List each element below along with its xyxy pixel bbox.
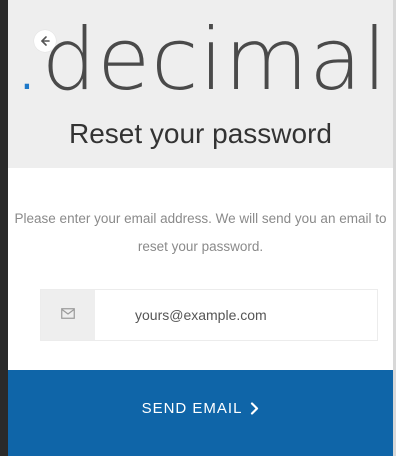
envelope-icon — [61, 306, 75, 324]
send-email-button[interactable]: SEND EMAIL — [8, 370, 393, 456]
email-input-group — [40, 289, 378, 341]
chevron-right-icon — [250, 401, 259, 415]
reset-password-dialog: .decimal Reset your password Please ente… — [0, 0, 396, 456]
logo-dot: . — [13, 10, 42, 110]
email-input[interactable] — [95, 290, 377, 340]
page-title: Reset your password — [68, 118, 332, 149]
header: .decimal Reset your password — [8, 0, 393, 168]
send-email-label: SEND EMAIL — [141, 399, 243, 417]
logo-word: decimal — [41, 10, 388, 110]
email-addon — [41, 290, 95, 340]
instructions-text: Please enter your email address. We will… — [14, 211, 387, 254]
left-border — [0, 0, 8, 456]
decimal-logo: .decimal — [8, 10, 393, 110]
